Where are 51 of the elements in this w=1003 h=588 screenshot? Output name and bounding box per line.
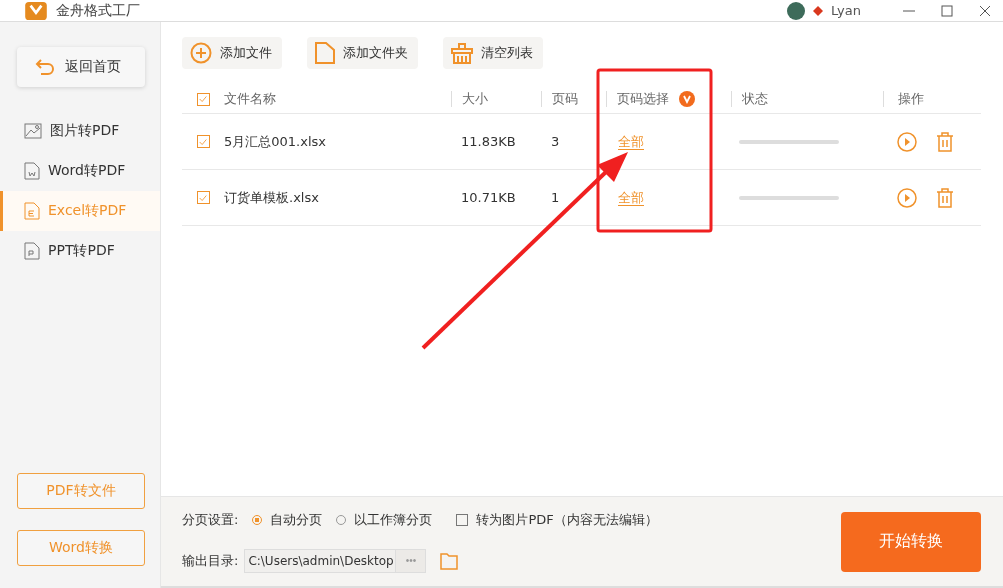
document-icon [24,242,40,260]
vip-icon [813,5,824,16]
column-header: 大小 [462,90,488,108]
basket-icon [451,42,473,64]
toolbar-button[interactable]: 清空列表 [443,37,543,69]
radio-option[interactable]: 自动分页 [252,510,323,529]
column-header: 操作 [898,90,924,108]
output-label: 输出目录: [182,551,239,570]
split-label: 分页设置: [182,510,239,529]
file-name: 5月汇总001.xlsx [224,132,326,151]
folder-icon[interactable] [440,551,459,570]
back-home-button[interactable]: 返回首页 [17,47,145,87]
avatar-icon [787,1,806,20]
column-header: 页码选择 [617,90,669,108]
column-header: 状态 [742,90,768,108]
close-icon[interactable] [979,4,991,17]
checkmark-icon [198,192,208,203]
column-header: 页码 [552,90,578,108]
toolbar-button[interactable]: 添加文件 [182,37,282,69]
toolbar-button[interactable]: 添加文件夹 [307,37,418,69]
page-count: 1 [551,190,560,205]
image-icon [24,122,42,140]
file-name: 订货单模板.xlsx [224,188,319,207]
column-header: 文件名称 [224,90,276,108]
page-count: 3 [551,134,560,149]
folder-icon [315,42,335,64]
output-path-field[interactable]: C:\Users\admin\Desktop [244,548,397,573]
row-checkbox[interactable] [196,135,210,148]
document-icon [24,162,40,180]
play-icon[interactable] [897,187,917,208]
play-icon[interactable] [897,131,917,152]
sidebar-item[interactable]: Word转PDF [0,151,160,191]
window-title: 金舟格式工厂 [56,1,140,20]
document-icon [24,202,40,220]
image-pdf-option[interactable]: 转为图片PDF（内容无法编辑） [456,510,658,529]
trash-icon[interactable] [936,187,954,208]
row-checkbox[interactable] [196,191,210,204]
dropdown-icon[interactable] [679,91,695,107]
sidebar-item[interactable]: 图片转PDF [0,111,160,151]
file-size: 11.83KB [461,134,516,149]
sidebar-item[interactable]: PPT转PDF [0,231,160,271]
add-icon [190,42,212,64]
trash-icon[interactable] [936,131,954,152]
maximize-icon[interactable] [941,4,953,17]
checkmark-icon [198,136,208,147]
user-name: Lyan [831,3,861,18]
select-all-checkbox[interactable] [196,92,210,106]
radio-option[interactable]: 以工作簿分页 [336,510,433,529]
back-icon [35,58,55,76]
file-size: 10.71KB [461,190,516,205]
checkmark-icon [198,94,208,104]
